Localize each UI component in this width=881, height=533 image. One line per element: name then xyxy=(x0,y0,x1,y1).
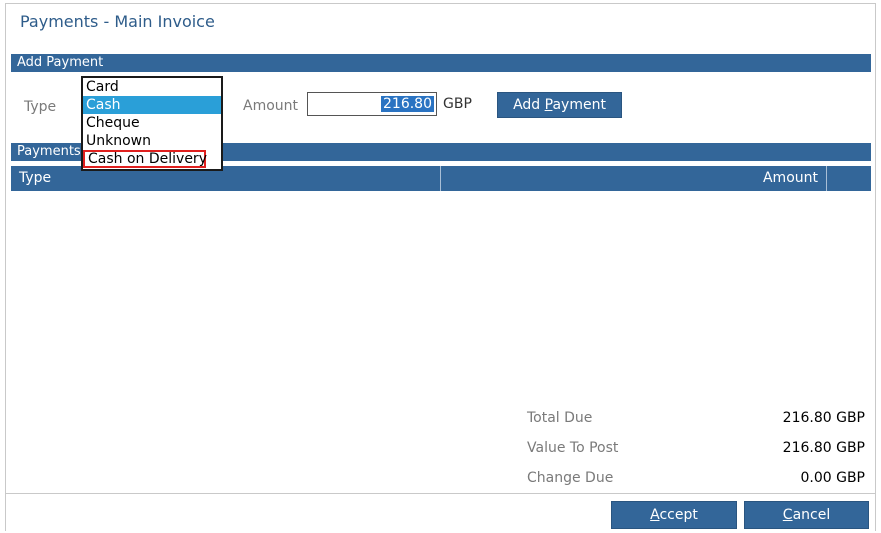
amount-input[interactable]: 216.80 xyxy=(307,92,437,116)
dialog-title: Payments - Main Invoice xyxy=(20,12,215,31)
cancel-button[interactable]: Cancel xyxy=(744,501,869,529)
add-payment-button[interactable]: Add Payment xyxy=(497,92,622,118)
dropdown-option-cash-on-delivery[interactable]: Cash on Delivery xyxy=(83,150,207,168)
dropdown-option-cheque[interactable]: Cheque xyxy=(83,114,221,132)
column-header-type[interactable]: Type xyxy=(11,166,441,191)
payments-table-body xyxy=(11,191,871,401)
footer-divider xyxy=(6,493,876,494)
column-header-amount[interactable]: Amount xyxy=(442,166,827,191)
dropdown-option-cash[interactable]: Cash xyxy=(83,96,221,114)
amount-label: Amount xyxy=(243,98,299,114)
total-due-value: 216.80 GBP xyxy=(782,410,865,426)
change-due-value: 0.00 GBP xyxy=(800,470,865,486)
dropdown-option-unknown[interactable]: Unknown xyxy=(83,132,221,150)
dropdown-option-card[interactable]: Card xyxy=(83,78,221,96)
accept-button[interactable]: Accept xyxy=(611,501,737,529)
amount-value: 216.80 xyxy=(381,96,434,112)
value-to-post-value: 216.80 GBP xyxy=(782,440,865,456)
change-due-label: Change Due xyxy=(527,470,614,486)
value-to-post-label: Value To Post xyxy=(527,440,619,456)
total-due-label: Total Due xyxy=(527,410,593,426)
add-payment-section-header: Add Payment xyxy=(11,54,871,72)
currency-label: GBP xyxy=(443,96,472,112)
type-label: Type xyxy=(24,99,57,115)
type-dropdown-list[interactable]: Card Cash Cheque Unknown Cash on Deliver… xyxy=(81,76,223,171)
